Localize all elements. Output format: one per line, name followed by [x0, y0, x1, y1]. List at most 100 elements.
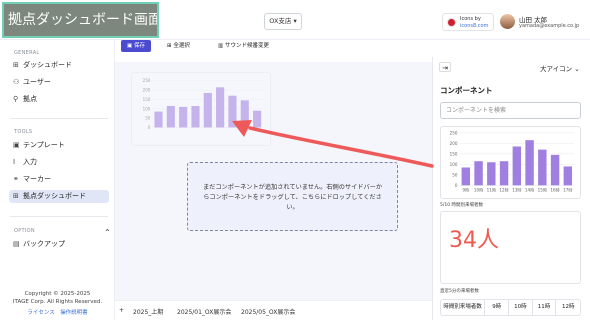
component-panel: ⇥ 大アイコン ⌄ コンポーネント コンポーネントを検索 0 50 100 150 20… — [432, 57, 590, 320]
drop-zone[interactable]: まだコンポーネントが追加されていません。右側のサイドバーからコンポーネントをドラ… — [187, 162, 398, 231]
location-users-icon: ⚲ — [13, 95, 19, 103]
marker-icon: ⚭ — [13, 175, 19, 183]
sidebar-divider — [10, 118, 108, 119]
sidebar-item-label: マーカー — [23, 175, 51, 183]
chart-bar — [191, 106, 200, 128]
chart-bar — [474, 161, 483, 186]
sidebar-item-input[interactable]: I 入力 — [9, 156, 109, 169]
chart-bar — [216, 87, 225, 128]
license-link[interactable]: ライセンス — [27, 310, 54, 316]
collapse-panel-button[interactable]: ⇥ — [439, 62, 451, 72]
section-label-general: GENERAL — [14, 50, 40, 56]
x-tick-label: 12時 — [499, 186, 508, 192]
sidebar: GENERAL ⊞ ダッシュボード ⚇ ユーザー ⚲ 拠点 TOOLS ▣ テンプレート… — [0, 40, 115, 320]
bar-chart-component[interactable]: 0 50 100 150 200 250 9時 10時 11時 12時 13時 14時 15時 16時 17… — [440, 126, 581, 199]
manual-link[interactable]: 操作説明書 — [60, 310, 88, 316]
sheet-tabs: + 2025_上期 2025/01_OX展示会 2025/05_OX展示会 — [115, 300, 432, 320]
template-icon: ▣ — [13, 141, 20, 149]
text-cursor-icon: I — [13, 158, 16, 166]
chart-bar — [179, 106, 188, 128]
sound-change-button[interactable]: ▥ サウンド候番変更 — [218, 40, 269, 52]
table-component[interactable]: 時間別来場者数 9時 10時 11時 12時 — [440, 299, 581, 316]
grid-icon: ⊞ — [13, 61, 19, 69]
sidebar-divider — [10, 216, 108, 217]
add-tab-button[interactable]: + — [119, 307, 124, 314]
sidebar-item-templates[interactable]: ▣ テンプレート — [9, 139, 109, 152]
dragged-chart-preview: 0 50 100 150 200 250 — [131, 72, 271, 146]
y-tick-label: 0 — [148, 125, 151, 130]
store-select[interactable]: OX支店 ▾ — [264, 13, 302, 30]
user-email: yamada@example.co.jp — [519, 23, 580, 29]
select-all-button[interactable]: ⊞ 全選択 — [167, 40, 190, 52]
chart-bar — [228, 95, 237, 128]
y-tick-label: 100 — [450, 162, 458, 167]
x-tick-label: 16時 — [550, 186, 559, 192]
chart-bar — [253, 110, 262, 128]
component-search-input[interactable]: コンポーネントを検索 — [440, 102, 581, 119]
sidebar-item-location-dashboard[interactable]: ⊞ 拠点ダッシュボード — [9, 190, 109, 203]
chart-bar — [154, 111, 163, 128]
y-tick-label: 200 — [450, 141, 458, 146]
x-tick-label: 17時 — [563, 186, 572, 192]
sidebar-item-dashboard[interactable]: ⊞ ダッシュボード — [9, 59, 109, 72]
backup-icon: ▤ — [13, 240, 20, 248]
top-header: 拠点ダッシュボード画面 OX支店 ▾ Icons by icons8.com 山… — [0, 0, 590, 40]
copyright-line-1: Copyright © 2025-2025 — [24, 291, 91, 297]
sidebar-item-backup[interactable]: ▤ バックアップ — [9, 238, 109, 251]
tab-2025-05-ox-exhibition[interactable]: 2025/05_OX展示会 — [241, 307, 295, 316]
sidebar-item-label: ユーザー — [23, 78, 51, 86]
chart-bar — [563, 166, 573, 186]
dashboard-canvas[interactable]: 0 50 100 150 200 250 まだコンポーネントが追加されていません。右側のサ… — [115, 62, 432, 300]
bar-chart-icon: ▥ — [218, 43, 225, 49]
x-tick-label: 10時 — [474, 186, 483, 192]
chart-bar — [166, 106, 175, 128]
y-tick-label: 0 — [455, 183, 458, 188]
chevron-up-icon[interactable]: ⌃ — [104, 228, 111, 237]
table-header-cell: 12時 — [561, 304, 575, 310]
x-tick-label: 13時 — [512, 186, 521, 192]
y-tick-label: 150 — [450, 151, 458, 156]
icon-size-select[interactable]: 大アイコン ⌄ — [540, 63, 580, 73]
chart-bar — [512, 146, 522, 186]
tab-2025-first-half[interactable]: 2025_上期 — [133, 307, 163, 316]
sidebar-item-locations[interactable]: ⚲ 拠点 — [9, 93, 109, 106]
footer-links: ライセンス 操作説明書 — [0, 308, 115, 316]
number-component[interactable]: 34人 — [440, 211, 581, 284]
chart-bar — [461, 167, 471, 186]
chart-bar — [550, 154, 560, 186]
sidebar-item-markers[interactable]: ⚭ マーカー — [9, 173, 109, 186]
icons8-credit-link[interactable]: Icons by icons8.com — [442, 13, 494, 31]
sidebar-item-users[interactable]: ⚇ ユーザー — [9, 76, 109, 89]
chart-bar — [538, 149, 547, 186]
toolbar: ▣ 保存 ⊞ 全選択 ▥ サウンド候番変更 — [115, 40, 432, 62]
panel-title: コンポーネント — [440, 86, 493, 95]
y-tick-label: 250 — [450, 130, 458, 135]
x-tick-label: 9時 — [462, 186, 469, 192]
select-all-label: 全選択 — [173, 43, 190, 49]
table-header-cell: 10時 — [509, 300, 533, 315]
save-button[interactable]: ▣ 保存 — [121, 40, 151, 52]
sidebar-item-label: 拠点ダッシュボード — [23, 192, 86, 200]
users-icon: ⚇ — [13, 78, 20, 86]
y-tick-label: 100 — [143, 106, 151, 111]
sidebar-item-label: 入力 — [23, 158, 37, 166]
drop-zone-message: まだコンポーネントが追加されていません。右側のサイドバーからコンポーネントをドラ… — [202, 184, 383, 211]
copyright-line-2: ITAGE Corp. All Rights Reserved. — [12, 299, 103, 305]
icons8-link-text: icons8.com — [460, 23, 489, 29]
table-header-cell: 11時 — [533, 300, 557, 315]
icons-by-label: Icons by — [460, 16, 481, 22]
table-header-cell: 時間別来場者数 — [441, 300, 486, 315]
chart-bar — [499, 161, 509, 186]
y-tick-label: 150 — [143, 97, 151, 102]
sidebar-item-label: バックアップ — [23, 240, 65, 248]
sidebar-item-label: ダッシュボード — [23, 61, 72, 69]
tab-2025-01-ox-exhibition[interactable]: 2025/01_OX展示会 — [177, 307, 231, 316]
japan-flag-icon — [447, 18, 456, 27]
sidebar-item-label: 拠点 — [23, 95, 37, 103]
section-label-tools: TOOLS — [14, 129, 33, 135]
chart-bar — [525, 140, 534, 186]
y-tick-label: 250 — [143, 78, 151, 83]
chart-bar — [487, 162, 496, 186]
save-icon: ▣ — [127, 43, 134, 49]
chart-component-caption: 5/10 時間別来場者数 — [440, 203, 484, 208]
